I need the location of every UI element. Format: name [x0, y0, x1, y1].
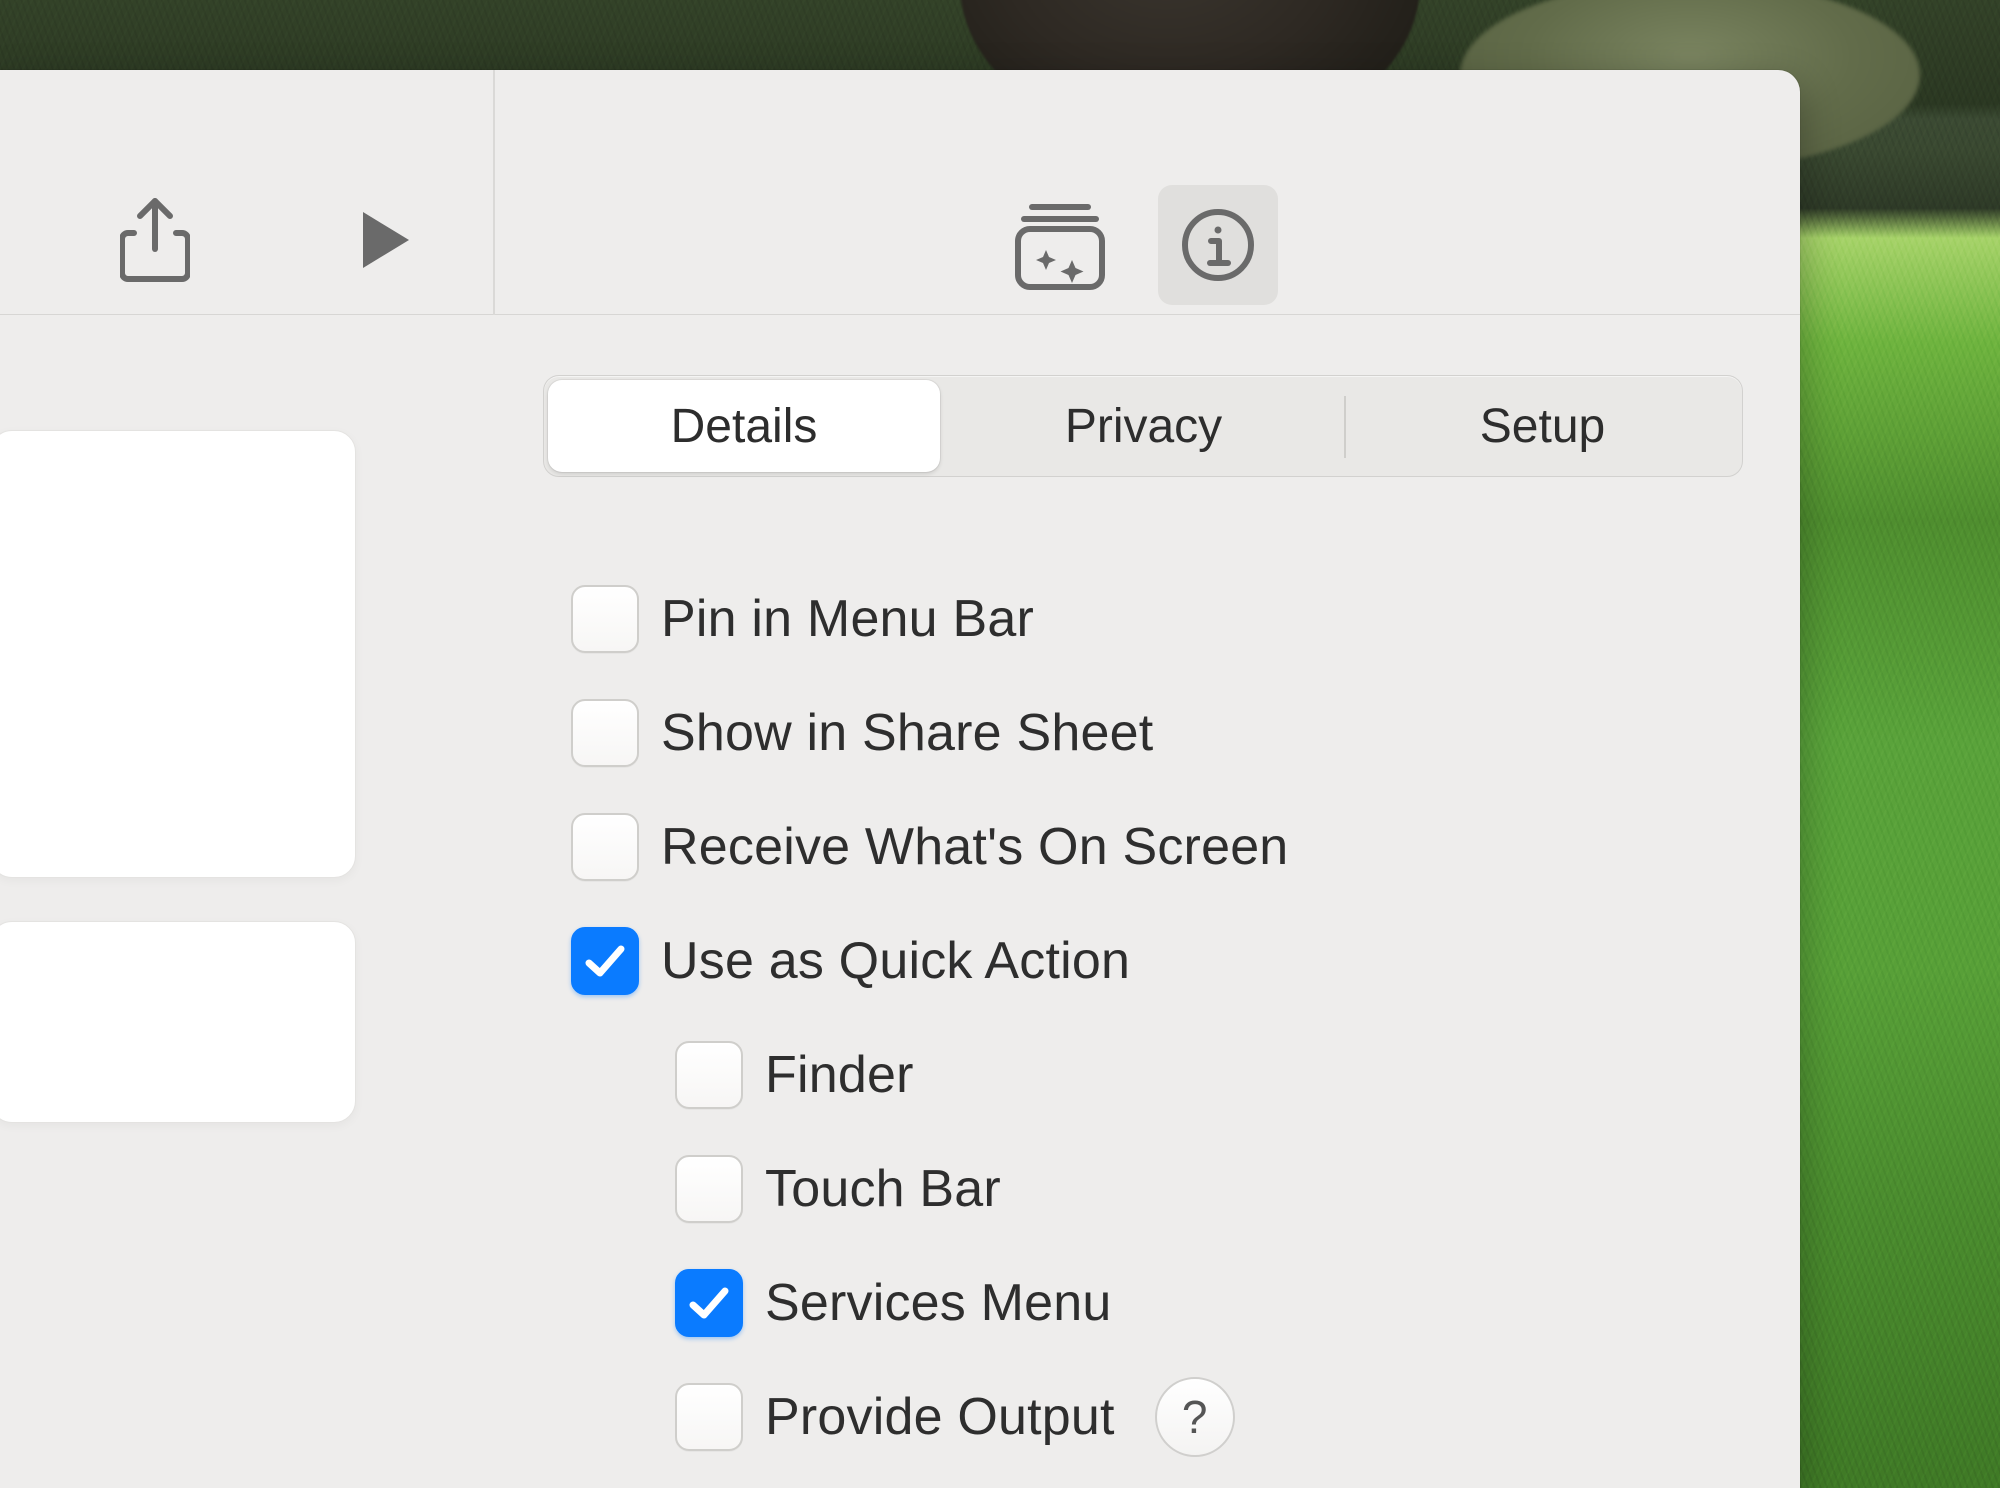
check-icon: [583, 597, 627, 641]
sidebar: [0, 315, 493, 1488]
info-icon: [1178, 205, 1258, 285]
checkbox-provide-output[interactable]: [675, 1383, 743, 1451]
check-icon: [583, 939, 627, 983]
option-label: Pin in Menu Bar: [661, 589, 1034, 649]
share-button[interactable]: [100, 185, 210, 295]
inspector-main: Details Privacy Setup Pin in Menu Bar: [493, 315, 1800, 1488]
check-icon: [687, 1053, 731, 1097]
option-label: Show in Share Sheet: [661, 703, 1153, 763]
option-label: Touch Bar: [765, 1159, 1001, 1219]
play-button[interactable]: [330, 185, 440, 295]
tab-setup[interactable]: Setup: [1343, 376, 1742, 476]
checkbox-touch-bar[interactable]: [675, 1155, 743, 1223]
inspector-window: Details Privacy Setup Pin in Menu Bar: [0, 70, 1800, 1488]
tab-details[interactable]: Details: [548, 380, 940, 472]
check-icon: [687, 1281, 731, 1325]
option-quick-action: Use as Quick Action: [543, 904, 1750, 1018]
option-label: Receive What's On Screen: [661, 817, 1288, 877]
share-icon: [120, 197, 190, 283]
option-services-menu: Services Menu: [543, 1246, 1750, 1360]
option-finder: Finder: [543, 1018, 1750, 1132]
option-share-sheet: Show in Share Sheet: [543, 676, 1750, 790]
help-button[interactable]: ?: [1155, 1377, 1235, 1457]
help-label: ?: [1182, 1390, 1208, 1444]
checkbox-finder[interactable]: [675, 1041, 743, 1109]
tab-privacy[interactable]: Privacy: [944, 376, 1343, 476]
gallery-stack-button[interactable]: [1000, 185, 1120, 305]
tab-label: Setup: [1480, 399, 1605, 454]
tab-label: Details: [671, 399, 818, 454]
option-label: Provide Output: [765, 1387, 1115, 1447]
option-touch-bar: Touch Bar: [543, 1132, 1750, 1246]
checkbox-quick-action[interactable]: [571, 927, 639, 995]
check-icon: [687, 1395, 731, 1439]
toolbar: [0, 70, 1800, 315]
checkbox-receive-screen[interactable]: [571, 813, 639, 881]
check-icon: [583, 711, 627, 755]
details-options: Pin in Menu Bar Show in Share Sheet Rece…: [543, 562, 1750, 1474]
option-label: Services Menu: [765, 1273, 1112, 1333]
option-receive-screen: Receive What's On Screen: [543, 790, 1750, 904]
inspector-tabs: Details Privacy Setup: [543, 375, 1743, 477]
check-icon: [583, 825, 627, 869]
checkbox-pin-menu-bar[interactable]: [571, 585, 639, 653]
tab-label: Privacy: [1065, 399, 1222, 454]
option-label: Use as Quick Action: [661, 931, 1130, 991]
play-icon: [357, 208, 413, 272]
sidebar-preview-card[interactable]: [0, 921, 356, 1123]
sidebar-preview-card[interactable]: [0, 430, 356, 878]
option-pin-menu-bar: Pin in Menu Bar: [543, 562, 1750, 676]
check-icon: [687, 1167, 731, 1211]
option-provide-output: Provide Output ?: [543, 1360, 1750, 1474]
option-label: Finder: [765, 1045, 914, 1105]
checkbox-services-menu[interactable]: [675, 1269, 743, 1337]
checkbox-share-sheet[interactable]: [571, 699, 639, 767]
info-button[interactable]: [1158, 185, 1278, 305]
stack-sparkle-icon: [1014, 199, 1106, 291]
toolbar-divider: [493, 70, 495, 315]
